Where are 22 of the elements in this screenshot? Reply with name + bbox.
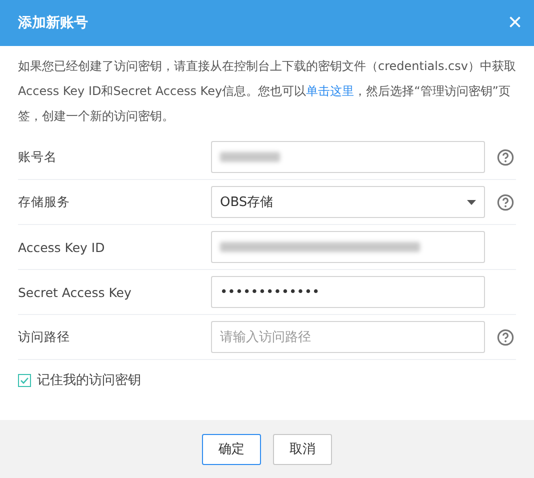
field-label: 存储服务 bbox=[18, 194, 71, 210]
help-icon[interactable] bbox=[497, 194, 514, 210]
dialog-title: 添加新账号 bbox=[18, 14, 88, 32]
field-label: Secret Access Key bbox=[18, 284, 132, 300]
help-icon[interactable] bbox=[497, 148, 514, 166]
intro-text: 如果您已经创建了访问密钥，请直接从在控制台上下载的密钥文件（credentials.csv）中获取Access Key ID和Secret Access Key信息。您也可以单击这里，然后选择“管理访问密钥”页签，创建一个新的访问密钥。 bbox=[18, 58, 516, 125]
input-field[interactable] bbox=[211, 141, 485, 173]
cancel-button[interactable]: 取消 bbox=[273, 434, 332, 464]
confirm-button[interactable]: 确定 bbox=[202, 434, 261, 464]
select-field[interactable]: OBS存储 bbox=[211, 186, 485, 218]
caret-icon bbox=[467, 200, 476, 204]
input-field[interactable]: 请输入访问路径 bbox=[211, 321, 485, 353]
field-label: 访问路径 bbox=[18, 328, 71, 346]
check-icon bbox=[20, 376, 29, 384]
field-label: Access Key ID bbox=[18, 240, 106, 254]
checkbox[interactable] bbox=[18, 374, 31, 386]
checkbox-label: 记住我的访问密钥 bbox=[37, 372, 141, 389]
input-field[interactable] bbox=[211, 231, 485, 263]
field-label: 账号名 bbox=[18, 148, 58, 166]
help-icon[interactable] bbox=[497, 328, 514, 346]
password-field[interactable]: ••••••••••••• bbox=[211, 276, 485, 308]
blurred-value bbox=[220, 152, 280, 162]
